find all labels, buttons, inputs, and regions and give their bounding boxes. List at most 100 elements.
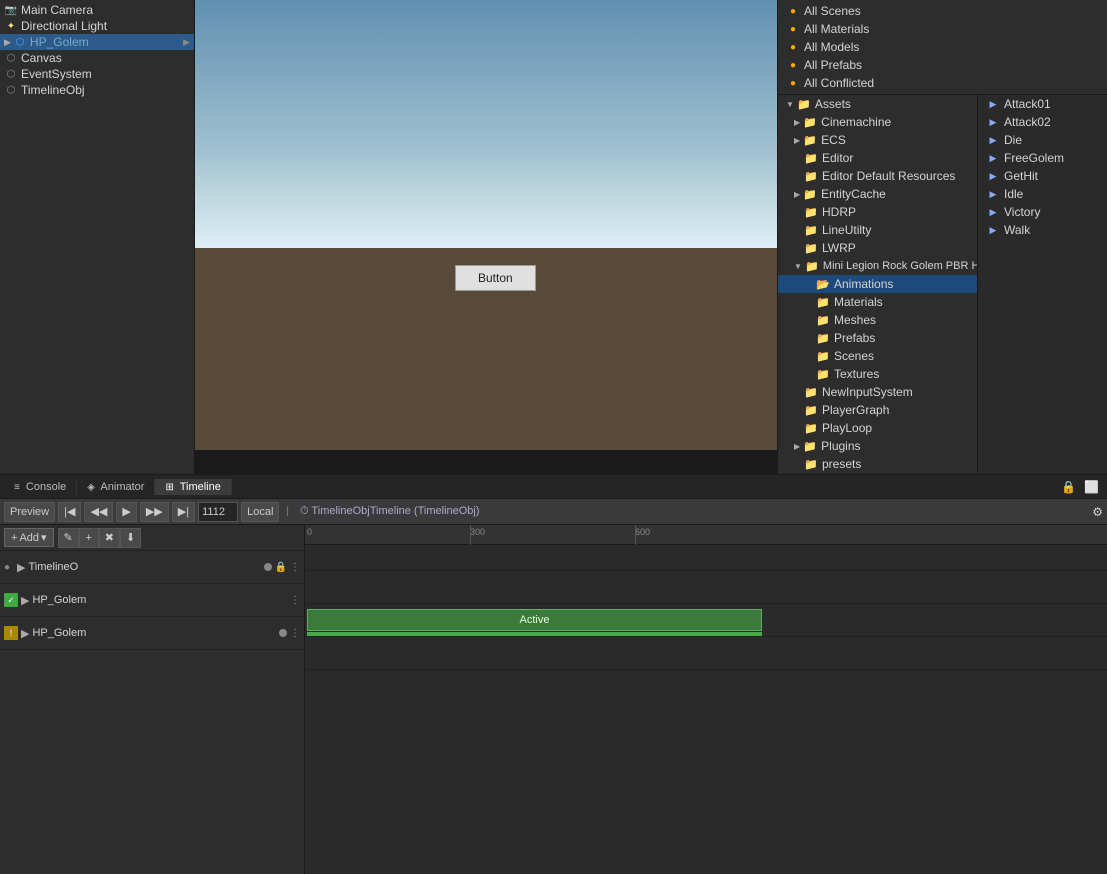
clip-more-button[interactable]: ⬇ [120,528,141,548]
track1-menu-icon[interactable]: ⋮ [290,562,300,573]
go-icon-hp-golem: ⬡ [13,35,27,49]
go-to-start-button[interactable]: |◀ [58,502,81,522]
folder-scenes[interactable]: Scenes [778,347,977,365]
filter-all-conflicted[interactable]: ● All Conflicted [778,74,1107,92]
materials-icon [816,295,830,309]
add-track-button[interactable]: + Add ▾ [4,528,54,547]
track-row-timeline-o: ● ▶ TimelineO 🔒 ⋮ [0,551,304,584]
track2-clip-row: Active [305,604,1107,637]
tab-animator[interactable]: ◈ Animator [77,479,155,495]
entity-cache-label: EntityCache [821,187,886,201]
folder-cinemachine[interactable]: ▶ Cinemachine [778,113,977,131]
folder-meshes[interactable]: Meshes [778,311,977,329]
ruler-mark-0: 0 [307,527,312,537]
frame-number-input[interactable] [198,502,238,522]
hierarchy-label-hp-golem: HP_Golem [30,35,89,49]
settings-gear-icon[interactable]: ⚙ [1092,505,1103,519]
mini-legion-icon [805,259,819,273]
anim-idle[interactable]: ▶ Idle [978,185,1107,203]
hierarchy-item-hp-golem[interactable]: ▶ ⬡ HP_Golem ▶ [0,34,194,50]
preview-button[interactable]: Preview [4,502,55,522]
filter-all-scenes[interactable]: ● All Scenes [778,2,1107,20]
step-forward-button[interactable]: ▶▶ [140,502,169,522]
filter-all-materials[interactable]: ● All Materials [778,20,1107,38]
step-back-button[interactable]: ◀◀ [84,502,113,522]
active-clip-label: Active [520,614,550,626]
mini-legion-label: Mini Legion Rock Golem PBR HP [823,260,977,272]
folder-hdrp[interactable]: HDRP [778,203,977,221]
active-clip[interactable]: Active [307,609,762,631]
folder-presets[interactable]: presets [778,455,977,473]
track2-check[interactable]: ✓ [4,593,18,607]
track1-name: TimelineO [28,561,263,573]
filter-all-models[interactable]: ● All Models [778,38,1107,56]
folder-plugins[interactable]: ▶ Plugins [778,437,977,455]
timeline-main-content: + Add ▾ ✎ + ✖ ⬇ ● ▶ [0,525,1107,874]
folder-mini-legion[interactable]: ▼ Mini Legion Rock Golem PBR HP [778,257,977,275]
folder-line-utility[interactable]: LineUtilty [778,221,977,239]
anim-icon-attack01: ▶ [986,97,1000,111]
track1-lock-icon[interactable]: 🔒 [275,562,287,573]
ruler-tick-600 [635,525,636,545]
hierarchy-item-canvas[interactable]: ⬡ Canvas [0,50,194,66]
folder-lwrp[interactable]: LWRP [778,239,977,257]
tab-timeline[interactable]: ⊞ Timeline [155,479,231,495]
hierarchy-item-main-camera[interactable]: 📷 Main Camera [0,2,194,18]
clip-add-button[interactable]: + [79,528,99,548]
entity-cache-icon [803,187,817,201]
anim-die[interactable]: ▶ Die [978,131,1107,149]
folder-timeline[interactable]: TimeLine [778,473,977,474]
folder-textures[interactable]: Textures [778,365,977,383]
anim-free-golem[interactable]: ▶ FreeGolem [978,149,1107,167]
clip-delete-button[interactable]: ✖ [99,528,120,548]
folder-play-loop[interactable]: PlayLoop [778,419,977,437]
go-icon-timeline-obj: ⬡ [4,83,18,97]
track3-clip-row [305,637,1107,670]
clip-edit-button[interactable]: ✎ [58,528,79,548]
lwrp-icon [804,241,818,255]
go-to-start-icon: |◀ [64,505,75,518]
folder-animations[interactable]: Animations [778,275,977,293]
tab-console[interactable]: ≡ Console [4,479,77,495]
cinemachine-icon [803,115,817,129]
track2-menu-icon[interactable]: ⋮ [290,595,300,606]
hierarchy-item-timeline-obj[interactable]: ⬡ TimelineObj [0,82,194,98]
game-ui-button[interactable]: Button [455,265,536,291]
animator-tab-icon: ◈ [87,482,95,493]
anim-get-hit[interactable]: ▶ GetHit [978,167,1107,185]
hierarchy-label-event-system: EventSystem [21,67,92,81]
local-button[interactable]: Local [241,502,279,522]
folder-player-graph[interactable]: PlayerGraph [778,401,977,419]
hierarchy-item-directional-light[interactable]: ✦ Directional Light [0,18,194,34]
folder-editor[interactable]: Editor [778,149,977,167]
game-viewport: Button [195,0,777,450]
track3-dot [279,629,287,637]
anim-attack01[interactable]: ▶ Attack01 [978,95,1107,113]
filter-all-prefabs[interactable]: ● All Prefabs [778,56,1107,74]
anim-walk[interactable]: ▶ Walk [978,221,1107,239]
anim-victory[interactable]: ▶ Victory [978,203,1107,221]
play-button[interactable]: ▶ [116,502,136,522]
add-icon: + [11,532,17,544]
folder-ecs[interactable]: ▶ ECS [778,131,977,149]
animations-label: Animations [834,277,893,291]
hierarchy-label-directional-light: Directional Light [21,19,107,33]
timeline-ruler: 0 300 600 [305,525,1107,545]
game-view: Button [195,0,777,474]
lock-icon[interactable]: 🔒 [1057,480,1080,494]
anim-attack02[interactable]: ▶ Attack02 [978,113,1107,131]
track3-menu-icon[interactable]: ⋮ [290,628,300,639]
folder-entity-cache[interactable]: ▶ EntityCache [778,185,977,203]
textures-label: Textures [834,367,879,381]
folder-editor-default[interactable]: Editor Default Resources [778,167,977,185]
assets-root[interactable]: ▼ Assets [778,95,977,113]
timeline-path: ⏱ TimelineObjTimeline (TimelineObj) [296,505,484,518]
sky-background [195,0,777,248]
hierarchy-item-event-system[interactable]: ⬡ EventSystem [0,66,194,82]
folder-prefabs[interactable]: Prefabs [778,329,977,347]
materials-label: Materials [834,295,883,309]
folder-new-input-system[interactable]: NewInputSystem [778,383,977,401]
go-to-end-button[interactable]: ▶| [172,502,195,522]
folder-materials[interactable]: Materials [778,293,977,311]
maximize-icon[interactable]: ⬜ [1080,480,1103,494]
